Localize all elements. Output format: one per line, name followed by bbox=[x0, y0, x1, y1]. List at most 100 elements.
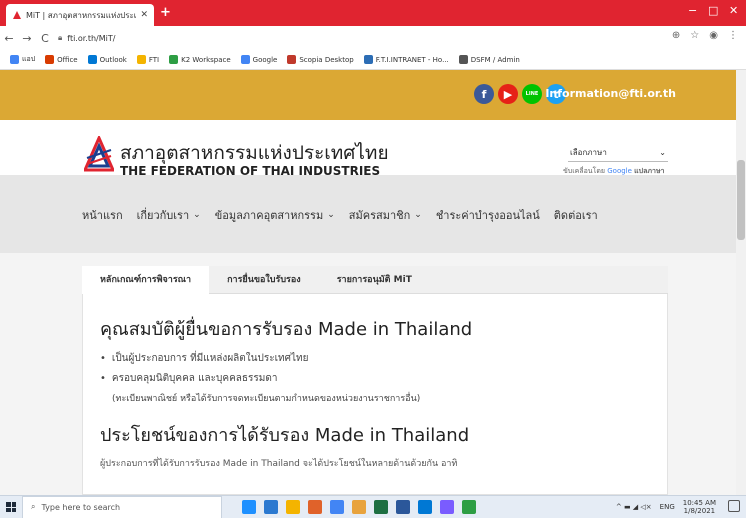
tray-icons[interactable]: ^ ▬ ◢ ◁× bbox=[616, 503, 652, 511]
url-input[interactable]: 🔒︎ fti.or.th/MiT/ bbox=[58, 28, 708, 48]
youtube-icon[interactable]: ▶ bbox=[498, 84, 518, 104]
nav-item-label: ข้อมูลภาคอุตสาหกรรม bbox=[214, 209, 324, 222]
heading-qualifications: คุณสมบัติผู้ยื่นขอการรับรอง Made in Thai… bbox=[100, 319, 473, 340]
search-icon: ⌕ bbox=[31, 502, 36, 511]
benefits-paragraph: ผู้ประกอบการที่ได้รับการรับรอง Made in T… bbox=[100, 459, 458, 469]
scrollbar-thumb[interactable] bbox=[737, 160, 745, 240]
taskbar-apps bbox=[242, 500, 476, 514]
bookmark-item[interactable]: Scopia Desktop bbox=[287, 55, 354, 64]
browser-tab[interactable]: MiT | สภาอุตสาหกรรมแห่งประเทศไทย ✕ bbox=[6, 4, 154, 26]
taskbar-app-icon[interactable] bbox=[396, 500, 410, 514]
zoom-icon[interactable]: ⊕ bbox=[672, 30, 680, 41]
bookmark-favicon-icon bbox=[136, 55, 146, 64]
chevron-down-icon: ⌄ bbox=[193, 210, 201, 220]
taskbar-search-input[interactable]: ⌕ Type here to search bbox=[22, 495, 222, 518]
bookmark-star-icon[interactable]: ☆ bbox=[690, 30, 699, 41]
chevron-down-icon: ⌄ bbox=[327, 210, 335, 220]
close-window-button[interactable]: ✕ bbox=[729, 4, 738, 17]
nav-item[interactable]: ชำระค่าบำรุงออนไลน์ bbox=[436, 206, 540, 224]
bookmark-item[interactable]: แอป bbox=[10, 54, 35, 65]
contact-email-link[interactable]: Information@fti.or.th bbox=[545, 87, 676, 100]
chevron-down-icon: ⌄ bbox=[414, 210, 422, 220]
webpage: f ▶ LINE t Information@fti.or.th สภาอุตสาหก… bbox=[0, 70, 736, 495]
clock[interactable]: 10:45 AM 1/8/2021 bbox=[683, 499, 716, 515]
bookmark-item[interactable]: FTI bbox=[136, 55, 159, 64]
bookmark-label: Google bbox=[252, 55, 278, 64]
bullet-entity: ครอบคลุมนิติบุคคล และบุคคลธรรมดา bbox=[100, 371, 278, 386]
bookmark-item[interactable]: K2 Workspace bbox=[169, 55, 231, 64]
bookmark-label: Office bbox=[57, 55, 78, 64]
nav-item[interactable]: ติดต่อเรา bbox=[554, 206, 598, 224]
language-select[interactable]: เลือกภาษา ⌄ bbox=[568, 144, 668, 162]
lock-icon: 🔒︎ bbox=[58, 33, 63, 42]
minimize-button[interactable]: − bbox=[688, 4, 697, 17]
browser-titlebar: MiT | สภาอุตสาหกรรมแห่งประเทศไทย ✕ + − □… bbox=[0, 0, 746, 26]
taskbar-app-icon[interactable] bbox=[352, 500, 366, 514]
bookmark-item[interactable]: Outlook bbox=[87, 55, 127, 64]
bookmark-item[interactable]: Google bbox=[240, 55, 278, 64]
bookmark-favicon-icon bbox=[45, 55, 55, 64]
clock-date: 1/8/2021 bbox=[683, 507, 716, 515]
bullet-producer: เป็นผู้ประกอบการ ที่มีแหล่งผลิตในประเทศไ… bbox=[100, 351, 309, 366]
nav-item[interactable]: เกี่ยวกับเรา ⌄ bbox=[137, 206, 201, 224]
address-bar-icons: ⊕ ☆ ◉ ⋮ bbox=[672, 30, 738, 41]
notification-center-icon[interactable] bbox=[728, 500, 740, 512]
content-tab[interactable]: การยื่นขอใบรับรอง bbox=[209, 266, 319, 294]
bookmark-item[interactable]: Office bbox=[45, 55, 78, 64]
input-language[interactable]: ENG bbox=[660, 503, 675, 511]
taskbar-app-icon[interactable] bbox=[374, 500, 388, 514]
taskbar-app-icon[interactable] bbox=[286, 500, 300, 514]
search-placeholder: Type here to search bbox=[41, 502, 121, 512]
bookmark-favicon-icon bbox=[458, 55, 468, 64]
reload-button[interactable]: C bbox=[36, 32, 54, 45]
bookmark-favicon-icon bbox=[287, 55, 297, 64]
bookmark-favicon-icon bbox=[10, 55, 19, 64]
bookmark-item[interactable]: F.T.I.INTRANET - Ho... bbox=[363, 55, 449, 64]
bullet-entity-note: (ทะเบียนพาณิชย์ หรือได้รับการจดทะเบียนตา… bbox=[112, 394, 421, 404]
bookmark-item[interactable]: DSFM / Admin bbox=[458, 55, 520, 64]
maximize-button[interactable]: □ bbox=[708, 4, 718, 17]
tab-close-icon[interactable]: ✕ bbox=[140, 10, 148, 20]
nav-item-label: ติดต่อเรา bbox=[553, 209, 598, 222]
main-nav: หน้าแรก เกี่ยวกับเรา ⌄ ข้อมูลภาคอุตสาหกรรม ⌄… bbox=[82, 206, 598, 224]
profile-icon[interactable]: ◉ bbox=[709, 30, 718, 41]
google-label: Google bbox=[607, 167, 632, 175]
nav-item-label: สมัครสมาชิก bbox=[348, 209, 411, 222]
taskbar-app-icon[interactable] bbox=[308, 500, 322, 514]
fti-logo-icon bbox=[84, 136, 114, 172]
tab-title: MiT | สภาอุตสาหกรรมแห่งประเทศไทย bbox=[26, 10, 137, 20]
windows-logo-icon bbox=[6, 502, 16, 512]
line-icon[interactable]: LINE bbox=[522, 84, 542, 104]
taskbar-app-icon[interactable] bbox=[330, 500, 344, 514]
taskbar-app-icon[interactable] bbox=[440, 500, 454, 514]
back-button[interactable]: ← bbox=[0, 32, 18, 45]
content-tab[interactable]: รายการอนุมัติ MiT bbox=[319, 266, 430, 294]
content-tab[interactable]: หลักเกณฑ์การพิจารณา bbox=[82, 266, 210, 294]
nav-item[interactable]: ข้อมูลภาคอุตสาหกรรม ⌄ bbox=[215, 206, 335, 224]
facebook-icon[interactable]: f bbox=[474, 84, 494, 104]
translate-link[interactable]: แปลภาษา bbox=[634, 167, 664, 175]
taskbar-app-icon[interactable] bbox=[418, 500, 432, 514]
page-scrollbar[interactable] bbox=[736, 70, 746, 495]
bookmark-favicon-icon bbox=[169, 55, 179, 64]
bookmark-label: DSFM / Admin bbox=[470, 55, 520, 64]
bookmark-favicon-icon bbox=[87, 55, 97, 64]
nav-item[interactable]: หน้าแรก bbox=[82, 206, 123, 224]
fti-favicon-icon bbox=[13, 11, 21, 19]
url-text: fti.or.th/MiT/ bbox=[67, 33, 116, 43]
bookmark-favicon-icon bbox=[240, 55, 250, 64]
start-button[interactable] bbox=[0, 496, 22, 518]
menu-dots-icon[interactable]: ⋮ bbox=[728, 30, 738, 41]
taskbar-app-icon[interactable] bbox=[264, 500, 278, 514]
bookmark-label: Scopia Desktop bbox=[299, 55, 354, 64]
screen: MiT | สภาอุตสาหกรรมแห่งประเทศไทย ✕ + − □… bbox=[0, 0, 746, 518]
bookmark-favicon-icon bbox=[363, 55, 373, 64]
translate-note-prefix: ขับเคลื่อนโดย bbox=[563, 167, 605, 175]
bookmark-label: แอป bbox=[22, 55, 36, 63]
new-tab-button[interactable]: + bbox=[160, 5, 171, 20]
taskbar-app-icon[interactable] bbox=[462, 500, 476, 514]
chevron-down-icon: ⌄ bbox=[659, 148, 666, 157]
nav-item[interactable]: สมัครสมาชิก ⌄ bbox=[349, 206, 422, 224]
forward-button[interactable]: → bbox=[18, 32, 36, 45]
taskbar-app-icon[interactable] bbox=[242, 500, 256, 514]
